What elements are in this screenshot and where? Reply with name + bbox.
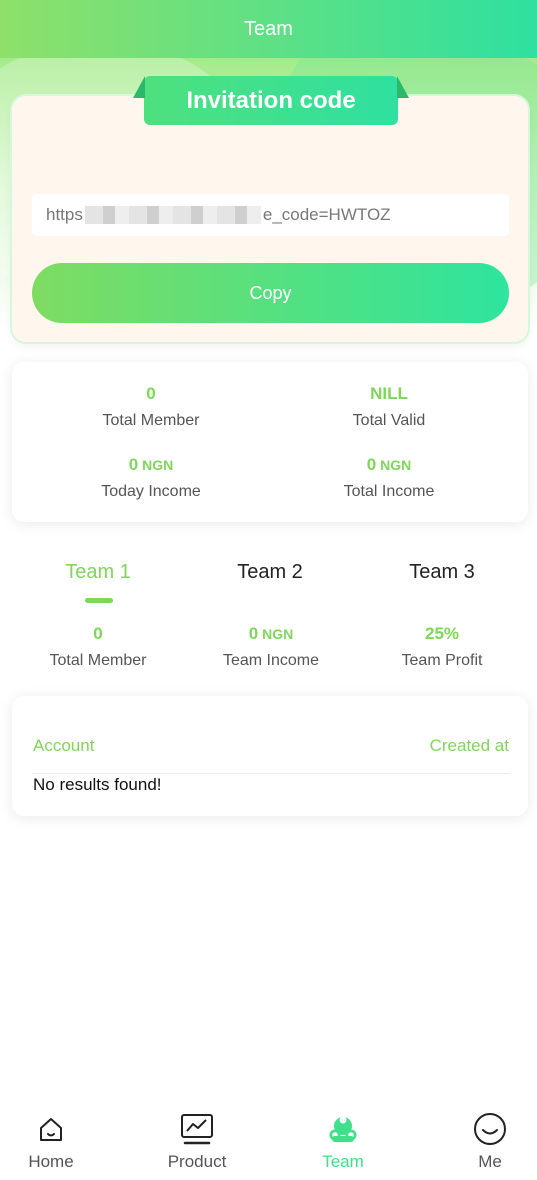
stat-label: Total Valid <box>352 412 426 429</box>
team-stat-total-member: 0 Total Member <box>13 624 183 670</box>
stat-value: NILL <box>370 384 408 403</box>
nav-label: Team <box>322 1152 364 1171</box>
stat-total-member: 0 Total Member <box>51 384 251 430</box>
stat-value: 0 NGN <box>51 455 251 477</box>
column-header-created-at: Created at <box>429 736 509 755</box>
stat-value: 25% <box>424 624 460 643</box>
tab-team-3[interactable]: Team 3 <box>362 561 522 584</box>
empty-state-text: No results found! <box>33 775 162 794</box>
invitation-link-field[interactable]: https e_code=HWTOZ <box>32 194 509 236</box>
stat-label: Team Profit <box>401 652 483 669</box>
invitation-title: Invitation code <box>186 86 356 114</box>
nav-label: Product <box>167 1152 227 1171</box>
team-icon <box>288 1110 398 1148</box>
tab-team-2[interactable]: Team 2 <box>190 561 350 584</box>
stat-label: Total Member <box>49 652 147 669</box>
currency-unit: NGN <box>262 626 294 642</box>
chart-icon <box>142 1110 252 1148</box>
nav-item-home[interactable]: Home <box>0 1110 106 1172</box>
copy-button[interactable]: Copy <box>32 263 509 323</box>
invitation-ribbon: Invitation code <box>133 76 409 125</box>
nav-label: Home <box>28 1152 74 1171</box>
stat-value: 0 NGN <box>186 624 356 646</box>
stat-total-income: 0 NGN Total Income <box>289 455 489 501</box>
stat-value: 0 NGN <box>289 455 489 477</box>
team-stat-team-profit: 25% Team Profit <box>357 624 527 670</box>
stat-label: Total Member <box>102 412 200 429</box>
nav-item-team[interactable]: Team <box>288 1110 398 1172</box>
redacted-mask <box>84 206 261 224</box>
stat-label: Total Income <box>343 483 435 500</box>
members-table-card <box>12 696 528 816</box>
stat-value: 0 <box>93 624 103 643</box>
link-suffix: e_code=HWTOZ <box>262 205 391 224</box>
team-summary-card: 0 Total Member NILL Total Valid 0 NGN Tod… <box>12 362 528 522</box>
currency-unit: NGN <box>142 457 174 473</box>
tab-team-1[interactable]: Team 1 <box>18 561 178 584</box>
stat-number: 0 <box>128 455 139 474</box>
team-stat-team-income: 0 NGN Team Income <box>186 624 356 670</box>
stat-value: 0 <box>146 384 156 403</box>
stat-label: Today Income <box>101 483 201 500</box>
stat-label: Team Income <box>222 652 320 669</box>
page-title: Team <box>244 17 293 40</box>
link-prefix: https <box>46 205 83 224</box>
nav-item-me[interactable]: Me <box>435 1110 537 1172</box>
nav-label: Me <box>478 1152 502 1171</box>
stat-today-income: 0 NGN Today Income <box>51 455 251 501</box>
bottom-navigation: Home Product Team Me <box>0 1110 537 1180</box>
stat-number: 0 <box>366 455 377 474</box>
column-header-account: Account <box>33 736 95 755</box>
active-tab-indicator <box>85 598 113 603</box>
top-bar: Team <box>0 0 537 58</box>
nav-item-product[interactable]: Product <box>142 1110 252 1172</box>
stat-total-valid: NILL Total Valid <box>289 384 489 430</box>
smile-icon <box>435 1110 537 1148</box>
table-divider <box>32 773 509 774</box>
currency-unit: NGN <box>380 457 412 473</box>
stat-number: 0 <box>248 624 259 643</box>
home-icon <box>0 1110 106 1148</box>
